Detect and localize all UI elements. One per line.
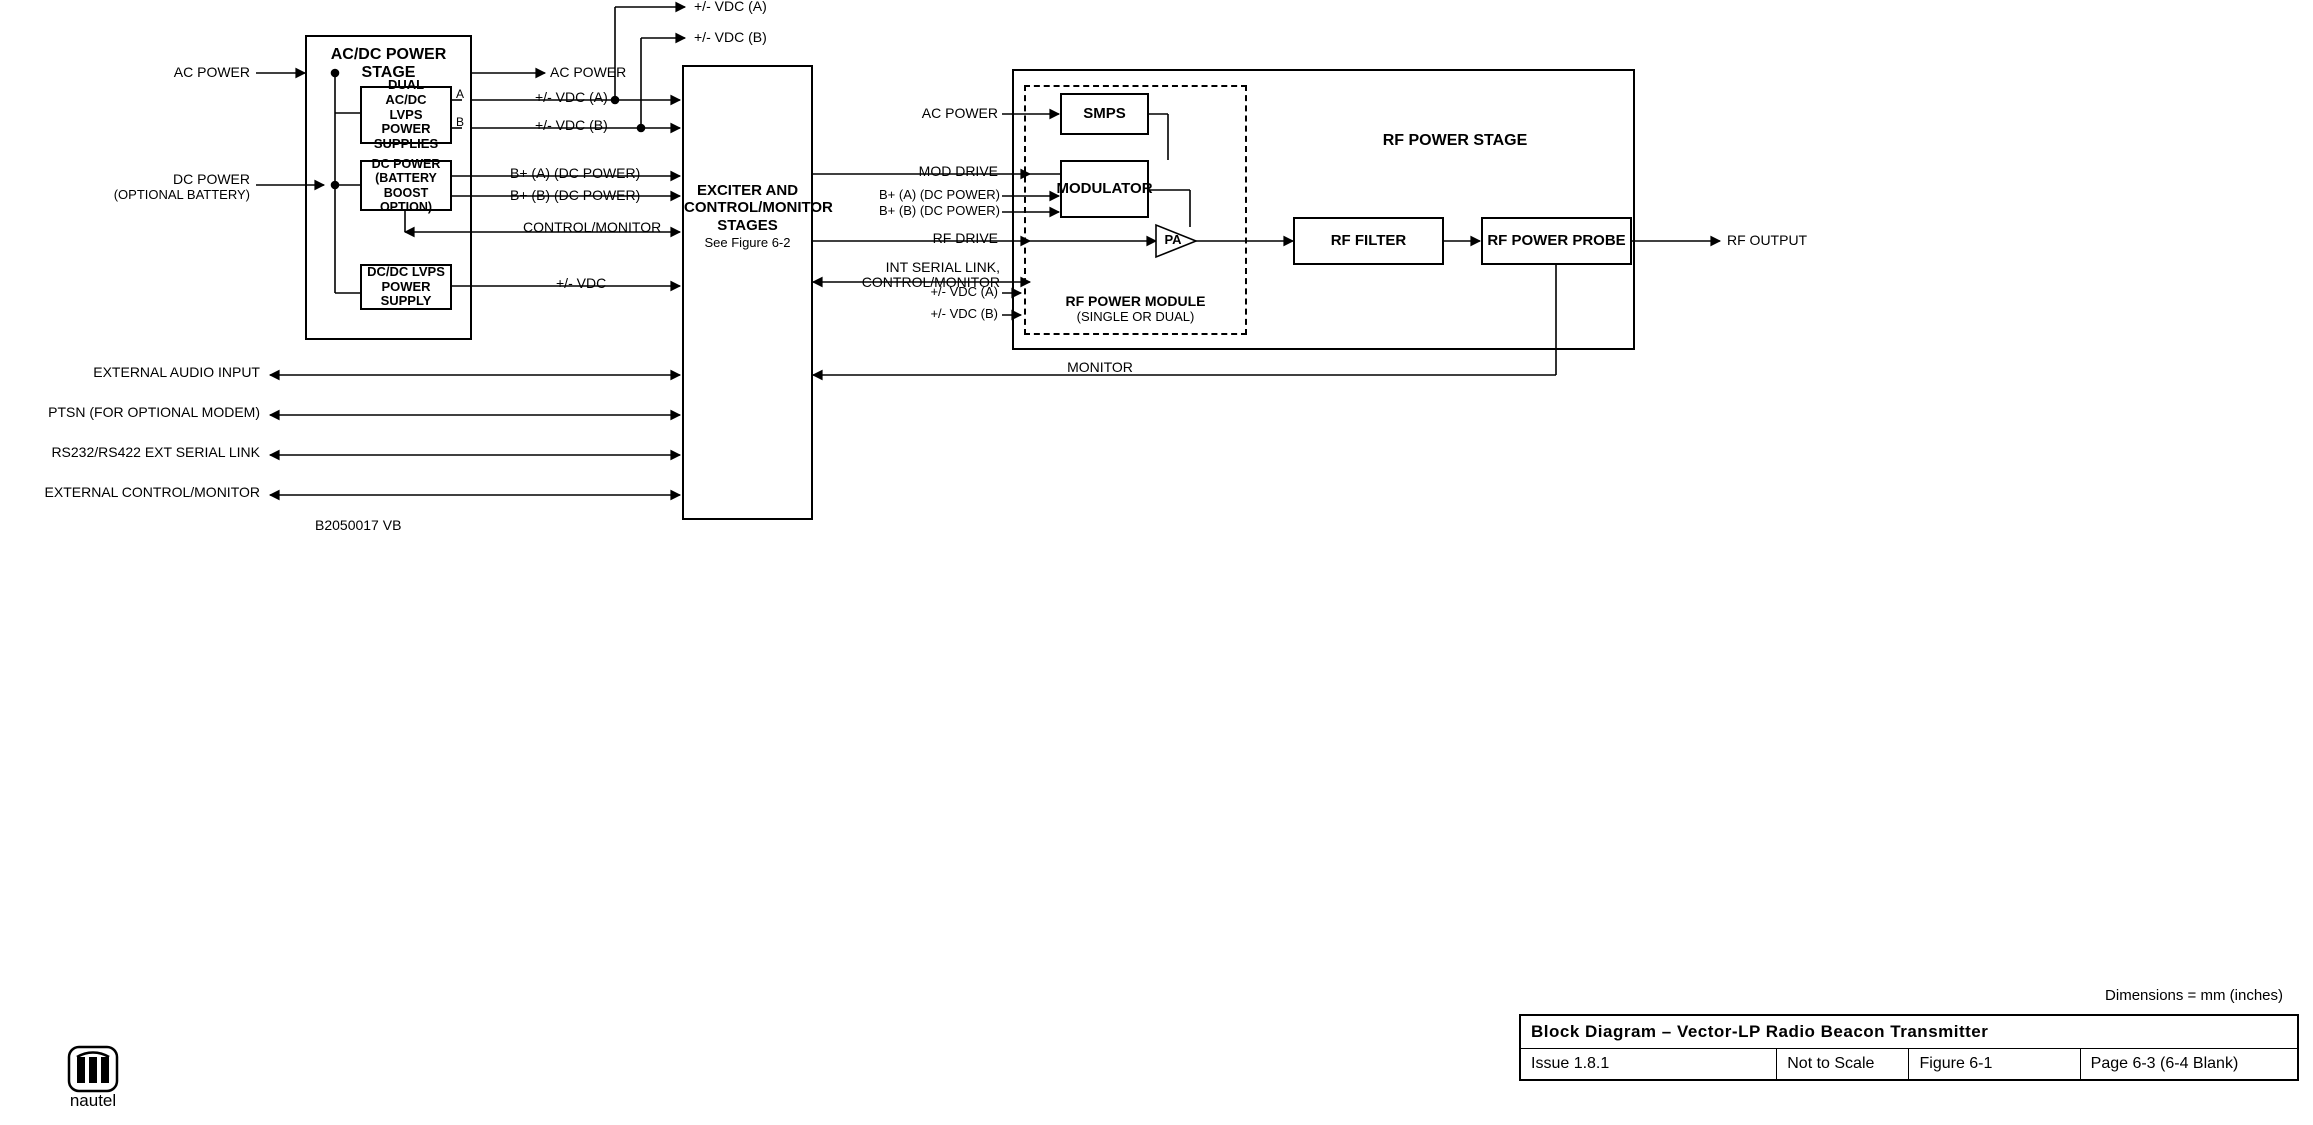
- ac-power-rf-label: AC POWER: [870, 106, 998, 121]
- exciter-l3: STAGES: [684, 217, 811, 234]
- top-vdc-a-label: +/- VDC (A): [694, 0, 767, 14]
- title-block-page: Page 6-3 (6-4 Blank): [2080, 1049, 2298, 1081]
- ext-ctrl-label: EXTERNAL CONTROL/MONITOR: [20, 485, 260, 500]
- bplus-a-rf-label: B+ (A) (DC POWER): [845, 188, 1000, 202]
- out-a-label: A: [456, 88, 464, 101]
- pa-label: PA: [1158, 233, 1188, 247]
- title-block-figure: Figure 6-1: [1909, 1049, 2080, 1081]
- rf-probe-label: RF POWER PROBE: [1487, 232, 1625, 249]
- dcdc-lvps-l2: POWER SUPPLY: [366, 280, 446, 310]
- rf-filter-label: RF FILTER: [1331, 232, 1407, 249]
- company-logo: nautel: [58, 1045, 128, 1111]
- title-block-scale: Not to Scale: [1777, 1049, 1909, 1081]
- monitor-label: MONITOR: [1040, 360, 1160, 375]
- ac-power-in-label: AC POWER: [140, 65, 250, 80]
- rf-module-title: RF POWER MODULE: [1024, 294, 1247, 309]
- logo-text: nautel: [58, 1091, 128, 1111]
- dc-boost-l1: DC POWER: [372, 157, 441, 171]
- pm-vdc-label: +/- VDC: [556, 276, 606, 291]
- smps-block: SMPS: [1060, 93, 1149, 135]
- rf-module-sub: (SINGLE OR DUAL): [1024, 310, 1247, 324]
- exciter-l2: CONTROL/MONITOR: [684, 199, 811, 216]
- nautel-logo-icon: [67, 1045, 119, 1093]
- rf-probe-block: RF POWER PROBE: [1481, 217, 1632, 265]
- dc-boost-l2: (BATTERY BOOST: [366, 171, 446, 200]
- drawing-no-label: B2050017 VB: [315, 518, 401, 533]
- rf-drive-label: RF DRIVE: [848, 231, 998, 246]
- ext-audio-label: EXTERNAL AUDIO INPUT: [60, 365, 260, 380]
- ctrl-mon-label: CONTROL/MONITOR: [523, 220, 661, 235]
- bplus-b-label: B+ (B) (DC POWER): [510, 188, 640, 203]
- exciter-block: EXCITER AND CONTROL/MONITOR STAGES See F…: [682, 65, 813, 520]
- exciter-l1: EXCITER AND: [684, 182, 811, 199]
- dcdc-lvps-block: DC/DC LVPS POWER SUPPLY: [360, 264, 452, 310]
- dc-power-in-label: DC POWER: [90, 172, 250, 187]
- bplus-a-label: B+ (A) (DC POWER): [510, 166, 640, 181]
- rf-filter-block: RF FILTER: [1293, 217, 1444, 265]
- ac-power-out-label: AC POWER: [550, 65, 626, 80]
- vdc-a-rf-label: +/- VDC (A): [870, 285, 998, 299]
- dual-lvps-l3: SUPPLIES: [374, 137, 438, 152]
- modulator-block: MODULATOR: [1060, 160, 1149, 218]
- dc-power-sub-label: (OPTIONAL BATTERY): [90, 188, 250, 202]
- rs232-label: RS232/RS422 EXT SERIAL LINK: [20, 445, 260, 460]
- title-block: Block Diagram – Vector-LP Radio Beacon T…: [1519, 1014, 2299, 1081]
- smps-label: SMPS: [1083, 105, 1126, 122]
- title-block-title: Block Diagram – Vector-LP Radio Beacon T…: [1520, 1015, 2298, 1049]
- modulator-label: MODULATOR: [1056, 180, 1152, 197]
- top-vdc-b-label: +/- VDC (B): [694, 30, 767, 45]
- dual-lvps-block: DUAL AC/DC LVPS POWER SUPPLIES: [360, 86, 452, 144]
- exciter-sub: See Figure 6-2: [684, 236, 811, 251]
- dcdc-lvps-l1: DC/DC LVPS: [367, 265, 445, 280]
- ptsn-label: PTSN (FOR OPTIONAL MODEM): [30, 405, 260, 420]
- bplus-b-rf-label: B+ (B) (DC POWER): [845, 204, 1000, 218]
- dual-lvps-l1: DUAL AC/DC: [366, 78, 446, 108]
- vdc-b-label: +/- VDC (B): [535, 118, 608, 133]
- vdc-b-rf-label: +/- VDC (B): [870, 307, 998, 321]
- dc-boost-block: DC POWER (BATTERY BOOST OPTION): [360, 160, 452, 211]
- rf-stage-title: RF POWER STAGE: [1325, 132, 1585, 150]
- dc-boost-l3: OPTION): [380, 200, 432, 214]
- dual-lvps-l2: LVPS POWER: [366, 108, 446, 138]
- out-b-label: B: [456, 116, 464, 129]
- vdc-a-label: +/- VDC (A): [535, 90, 608, 105]
- dimensions-note: Dimensions = mm (inches): [2105, 988, 2283, 1005]
- title-block-issue: Issue 1.8.1: [1520, 1049, 1777, 1081]
- rf-output-label: RF OUTPUT: [1727, 233, 1807, 248]
- mod-drive-label: MOD DRIVE: [848, 164, 998, 179]
